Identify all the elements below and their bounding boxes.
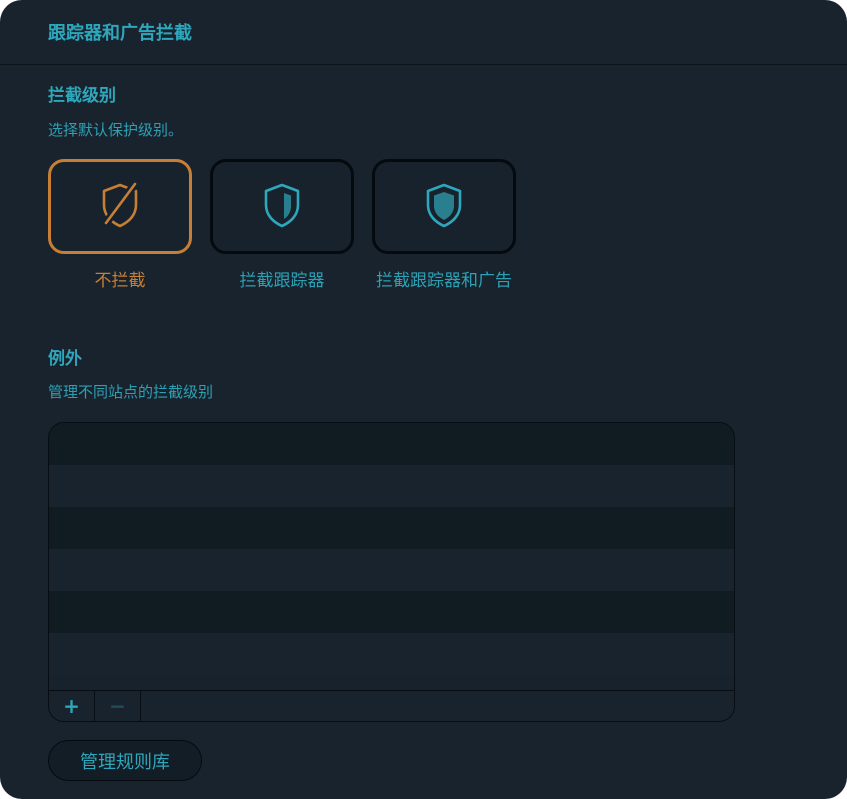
- list-row: [49, 423, 734, 465]
- list-row: [49, 465, 734, 507]
- exceptions-description: 管理不同站点的拦截级别: [48, 383, 214, 401]
- tracker-ad-blocking-panel: 跟踪器和广告拦截 拦截级别 选择默认保护级别。 不拦截 拦截跟踪器 拦截跟踪器和…: [0, 0, 847, 799]
- blocking-level-description: 选择默认保护级别。: [48, 121, 184, 139]
- exceptions-list[interactable]: + −: [48, 422, 735, 722]
- list-row: [49, 549, 734, 591]
- title-divider: [0, 64, 847, 65]
- add-exception-button[interactable]: +: [49, 691, 95, 721]
- remove-exception-button[interactable]: −: [95, 691, 141, 721]
- level-option-no-blocking[interactable]: 不拦截: [48, 159, 192, 293]
- shield-full-icon: [422, 181, 466, 233]
- level-option-box: [210, 159, 354, 254]
- level-option-label: 拦截跟踪器: [239, 271, 325, 291]
- exceptions-heading: 例外: [48, 349, 82, 369]
- level-option-block-trackers[interactable]: 拦截跟踪器: [210, 159, 354, 293]
- panel-title: 跟踪器和广告拦截: [48, 23, 192, 44]
- level-option-label: 拦截跟踪器和广告: [376, 271, 512, 291]
- list-row: [49, 591, 734, 633]
- shield-off-icon: [98, 179, 142, 233]
- list-toolbar: + −: [49, 690, 734, 721]
- level-option-block-trackers-and-ads[interactable]: 拦截跟踪器和广告: [372, 159, 516, 293]
- manage-rule-lists-button[interactable]: 管理规则库: [48, 740, 202, 781]
- shield-half-icon: [260, 181, 304, 233]
- level-option-box: [48, 159, 192, 254]
- list-row: [49, 507, 734, 549]
- level-option-box: [372, 159, 516, 254]
- list-row: [49, 633, 734, 675]
- level-option-label: 不拦截: [94, 271, 146, 291]
- blocking-level-heading: 拦截级别: [48, 86, 116, 106]
